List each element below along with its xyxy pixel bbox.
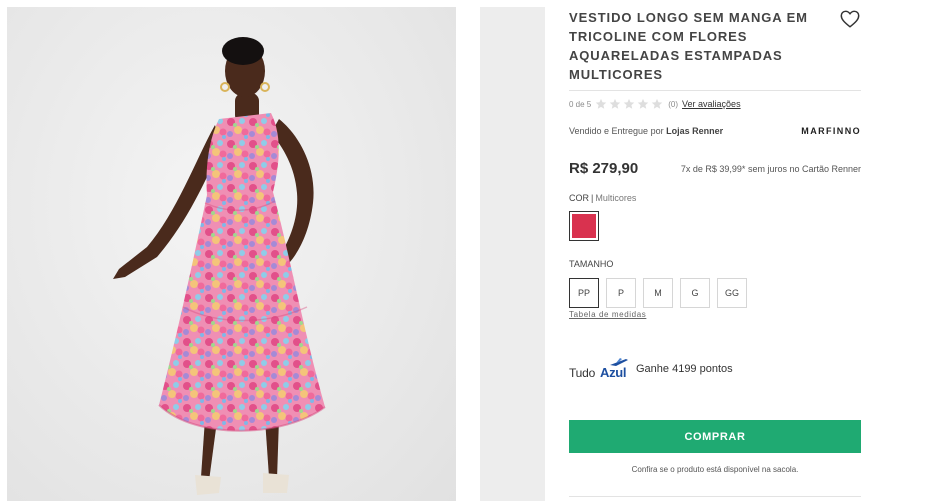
star-icon: [610, 98, 621, 109]
favorite-button[interactable]: [839, 8, 861, 30]
model-wearing-dress-illustration: [113, 37, 326, 495]
product-info-panel: VESTIDO LONGO SEM MANGA EM TRICOLINE COM…: [569, 0, 861, 501]
tudoazul-logo-part2: Azul: [600, 365, 627, 380]
color-swatch-fill: [572, 214, 596, 238]
size-chart-link[interactable]: Tabela de medidas: [569, 310, 646, 319]
star-icon: [596, 98, 607, 109]
buy-button[interactable]: COMPRAR: [569, 420, 861, 453]
seller-prefix: Vendido e Entregue por: [569, 126, 664, 136]
color-label: COR | Multicores: [569, 193, 636, 203]
brand-logo[interactable]: MARFINNO: [801, 126, 861, 136]
product-price: R$ 279,90: [569, 160, 639, 177]
color-label-separator: |: [591, 193, 594, 203]
rating-count: (0): [668, 99, 679, 109]
see-reviews-link[interactable]: Ver avaliações: [682, 99, 741, 109]
size-option[interactable]: GG: [717, 278, 747, 308]
points-text: Ganhe 4199 pontos: [636, 363, 733, 375]
size-label: TAMANHO: [569, 259, 614, 269]
product-main-photo[interactable]: [7, 7, 456, 501]
installments-info: 7x de R$ 39,99* sem juros no Cartão Renn…: [680, 164, 861, 174]
product-secondary-photo[interactable]: [480, 7, 545, 501]
size-option[interactable]: P: [606, 278, 636, 308]
color-label-title: COR: [569, 193, 589, 203]
seller-name: Lojas Renner: [666, 126, 724, 136]
product-title: VESTIDO LONGO SEM MANGA EM TRICOLINE COM…: [569, 10, 808, 82]
color-value: Multicores: [595, 193, 637, 203]
rating-row: 0 de 5 (0) Ver avaliações: [569, 96, 741, 112]
heart-outline-icon: [840, 10, 860, 28]
loyalty-points: Tudo Azul Ganhe 4199 pontos: [569, 358, 733, 380]
divider: [569, 90, 861, 91]
rating-stars: [595, 98, 665, 110]
rating-score: 0 de 5: [569, 99, 592, 109]
availability-note: Confira se o produto está disponível na …: [631, 465, 799, 474]
star-icon: [652, 98, 663, 109]
size-options: PP P M G GG: [569, 278, 754, 308]
plane-icon: [610, 358, 628, 366]
size-option[interactable]: M: [643, 278, 673, 308]
star-icon: [638, 98, 649, 109]
tudoazul-logo-part1: Tudo: [569, 366, 596, 380]
divider: [569, 496, 861, 497]
size-option[interactable]: PP: [569, 278, 599, 308]
tudoazul-logo: Tudo Azul: [569, 358, 630, 380]
seller-info: Vendido e Entregue por Lojas Renner: [569, 126, 723, 136]
color-swatch-multicores[interactable]: [569, 211, 599, 241]
size-option[interactable]: G: [680, 278, 710, 308]
star-icon: [624, 98, 635, 109]
